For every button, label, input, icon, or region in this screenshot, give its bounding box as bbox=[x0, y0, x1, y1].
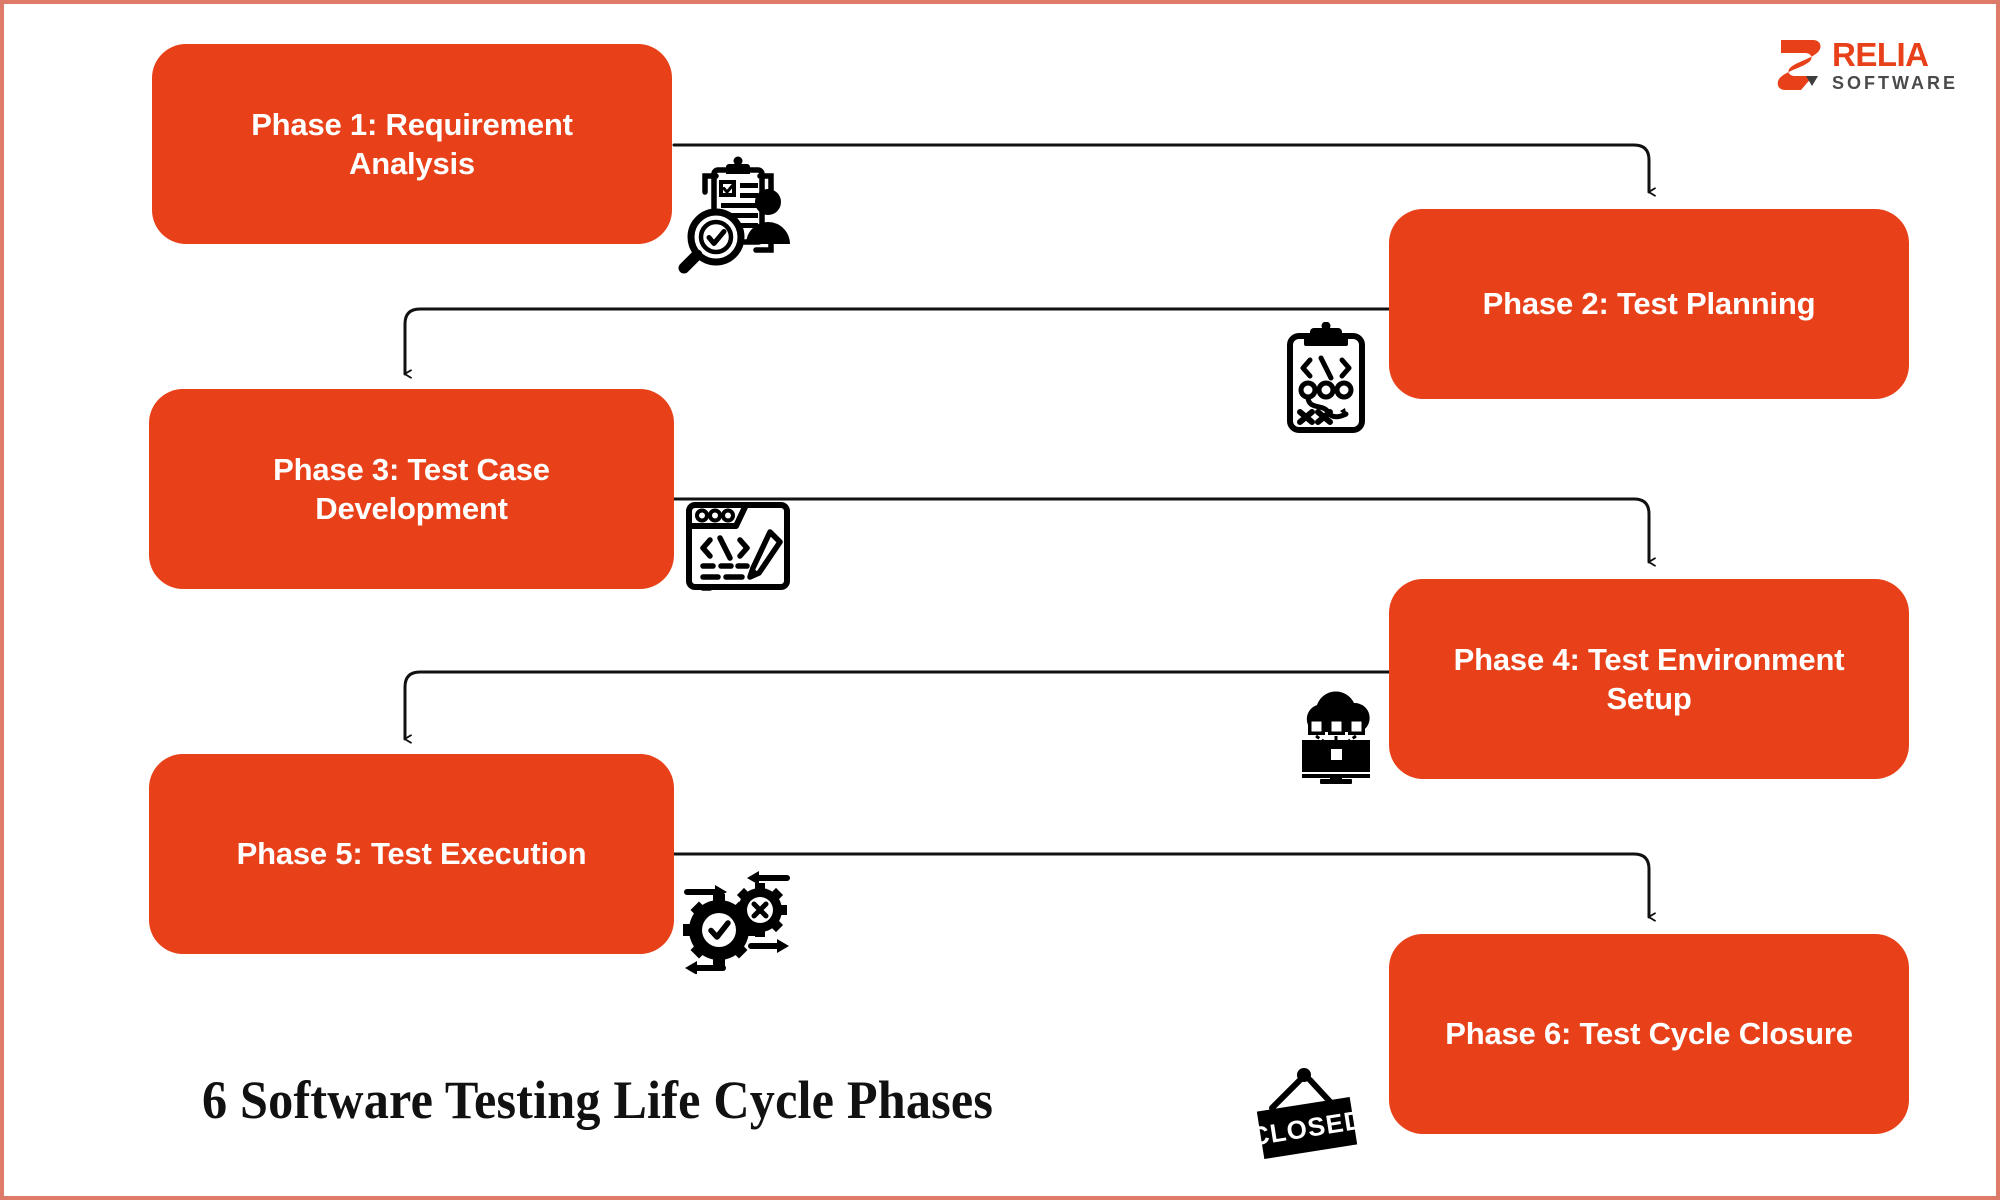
page-title: 6 Software Testing Life Cycle Phases bbox=[202, 1070, 994, 1130]
brand-text: RELIA SOFTWARE bbox=[1832, 38, 1958, 92]
phase-label-6: Phase 6: Test Cycle Closure bbox=[1445, 1016, 1853, 1052]
connector-5-to-6 bbox=[672, 852, 1649, 917]
phase-label-2: Phase 2: Test Planning bbox=[1482, 286, 1816, 322]
relia-s-mark-icon bbox=[1777, 40, 1821, 90]
phase-label-1: Phase 1: Requirement Analysis bbox=[251, 106, 573, 181]
code-window-pencil-icon bbox=[684, 500, 792, 592]
connector-3-to-4 bbox=[672, 497, 1649, 562]
clipboard-strategy-playbook-icon bbox=[1276, 322, 1376, 434]
connector-2-to-3 bbox=[403, 307, 1391, 374]
phase-box-2[interactable]: Phase 2: Test Planning bbox=[1389, 209, 1909, 399]
phase-label-5: Phase 5: Test Execution bbox=[236, 836, 587, 872]
phase-box-1[interactable]: Phase 1: Requirement Analysis bbox=[152, 44, 672, 244]
connector-4-to-5 bbox=[403, 670, 1391, 739]
connector-1-to-2 bbox=[672, 143, 1649, 192]
brand-subtitle: SOFTWARE bbox=[1832, 73, 1958, 93]
brand-name: RELIA bbox=[1832, 36, 1929, 73]
phase-box-4[interactable]: Phase 4: Test Environment Setup bbox=[1389, 579, 1909, 779]
phase-box-3[interactable]: Phase 3: Test Case Development bbox=[149, 389, 674, 589]
closed-hanging-sign-icon: CLOSED bbox=[1252, 1066, 1362, 1162]
brand-logo[interactable]: RELIA SOFTWARE bbox=[1777, 38, 1958, 92]
cloud-network-monitor-icon bbox=[1286, 684, 1386, 784]
phase-label-4: Phase 4: Test Environment Setup bbox=[1453, 641, 1845, 716]
gears-check-cross-arrows-icon bbox=[679, 866, 791, 974]
infographic-canvas: Phase 1: Requirement Analysis Phase 2: T… bbox=[0, 0, 2000, 1200]
clipboard-person-magnifier-icon bbox=[672, 154, 792, 274]
phase-box-5[interactable]: Phase 5: Test Execution bbox=[149, 754, 674, 954]
phase-box-6[interactable]: Phase 6: Test Cycle Closure bbox=[1389, 934, 1909, 1134]
phase-label-3: Phase 3: Test Case Development bbox=[273, 451, 550, 526]
